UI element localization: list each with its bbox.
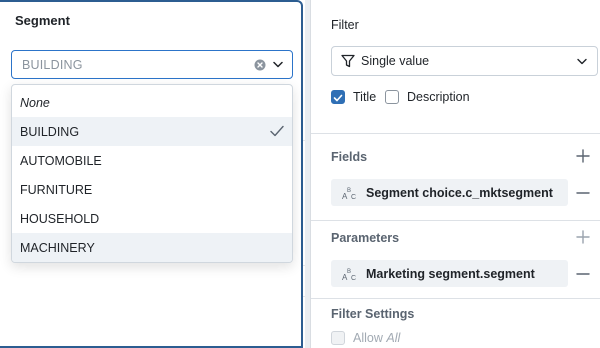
filter-label: Filter: [331, 18, 359, 32]
divider: [311, 220, 600, 221]
option-none[interactable]: None: [12, 88, 292, 117]
option-label: FURNITURE: [20, 182, 93, 197]
segment-dropdown: None BUILDING AUTOMOBILE FURNITURE HOUSE…: [11, 84, 293, 263]
allow-all-text: All: [386, 331, 401, 345]
chevron-down-icon[interactable]: [272, 59, 284, 71]
option-label: None: [20, 95, 50, 110]
option-machinery[interactable]: MACHINERY: [12, 233, 292, 262]
field-chip[interactable]: A B C Segment choice.c_mktsegment: [331, 179, 568, 206]
description-checkbox[interactable]: [385, 90, 399, 104]
settings-panel: Filter Single value Title Description Fi…: [310, 0, 600, 348]
description-checkbox-label[interactable]: Description: [407, 90, 470, 104]
filter-widget[interactable]: Segment BUILDING None BUILDING AUTOMOBIL…: [0, 0, 303, 348]
option-household[interactable]: HOUSEHOLD: [12, 204, 292, 233]
title-checkbox[interactable]: [331, 90, 345, 104]
parameter-chip-label: Marketing segment.segment: [366, 266, 535, 281]
divider: [311, 133, 600, 134]
filter-type-value: Single value: [361, 54, 430, 68]
option-label: HOUSEHOLD: [20, 211, 100, 226]
allow-all-label: Allow All: [353, 331, 400, 345]
remove-field-icon[interactable]: [576, 186, 590, 200]
title-checkbox-label[interactable]: Title: [353, 90, 376, 104]
widget-title: Segment: [15, 13, 70, 28]
option-label: AUTOMOBILE: [20, 153, 102, 168]
string-type-icon: A B C: [342, 269, 356, 281]
svg-text:C: C: [351, 194, 356, 200]
svg-text:C: C: [351, 275, 356, 281]
allow-all-checkbox[interactable]: [331, 331, 345, 345]
add-field-icon[interactable]: [576, 149, 590, 163]
field-chip-label: Segment choice.c_mktsegment: [366, 185, 553, 200]
option-automobile[interactable]: AUTOMOBILE: [12, 146, 292, 175]
fields-label: Fields: [331, 150, 368, 164]
add-parameter-icon[interactable]: [576, 230, 590, 244]
allow-prefix: Allow: [353, 331, 383, 345]
check-icon: [270, 125, 284, 137]
remove-parameter-icon[interactable]: [576, 267, 590, 281]
check-icon: [333, 94, 343, 102]
parameter-chip[interactable]: A B C Marketing segment.segment: [331, 260, 568, 287]
dashboard-canvas: Segment BUILDING None BUILDING AUTOMOBIL…: [0, 0, 310, 348]
option-furniture[interactable]: FURNITURE: [12, 175, 292, 204]
filter-settings-label: Filter Settings: [331, 307, 415, 321]
parameters-label: Parameters: [331, 231, 400, 245]
string-type-icon: A B C: [342, 188, 356, 200]
clear-icon[interactable]: [253, 58, 266, 71]
segment-select[interactable]: BUILDING: [11, 50, 293, 79]
filter-type-select[interactable]: Single value: [331, 46, 598, 76]
option-label: MACHINERY: [20, 240, 95, 255]
funnel-icon: [341, 54, 355, 68]
option-label: BUILDING: [20, 124, 80, 139]
chevron-down-icon: [577, 58, 587, 64]
option-building[interactable]: BUILDING: [12, 117, 292, 146]
select-value: BUILDING: [22, 57, 83, 72]
divider: [311, 298, 600, 299]
